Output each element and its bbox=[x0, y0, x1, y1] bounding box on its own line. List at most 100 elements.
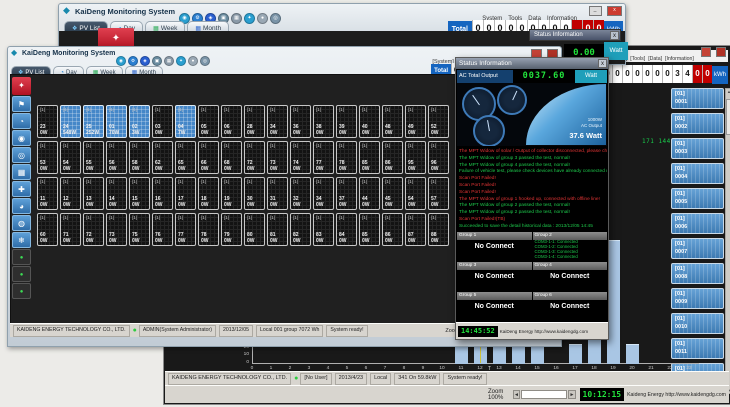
camera-2-icon[interactable]: ● bbox=[12, 266, 31, 282]
menu-item-data[interactable]: [Data] bbox=[648, 56, 662, 62]
pv-panel[interactable]: [1]560W bbox=[106, 141, 127, 174]
close-icon[interactable]: x bbox=[598, 59, 607, 68]
pv-panel[interactable]: [1]770W bbox=[175, 213, 196, 246]
device-card[interactable]: [01]0005 bbox=[671, 188, 724, 209]
dialog-titlebar[interactable]: Status Information x bbox=[456, 58, 608, 69]
pv-panel[interactable]: [1]180W bbox=[198, 177, 219, 210]
close-button[interactable]: x bbox=[607, 6, 622, 16]
pv-panel[interactable]: [1]047W bbox=[175, 105, 196, 138]
pv-panel[interactable]: [1]130W bbox=[83, 177, 104, 210]
pv-panel[interactable]: [1]810W bbox=[267, 213, 288, 246]
pv-panel[interactable]: [1]24548W bbox=[60, 105, 81, 138]
pv-panel[interactable]: [1]770W bbox=[313, 141, 334, 174]
flag-icon[interactable]: ⚑ bbox=[12, 96, 31, 112]
pv-panel[interactable]: [1]800W bbox=[244, 213, 265, 246]
message-icon[interactable]: ● bbox=[257, 13, 268, 24]
pv-panel[interactable]: [1]820W bbox=[290, 213, 311, 246]
pv-panel[interactable]: [1]340W bbox=[313, 177, 334, 210]
pv-panel[interactable]: [1]370W bbox=[336, 177, 357, 210]
scroll-right-icon[interactable]: ► bbox=[568, 390, 575, 399]
pv-panel[interactable]: [1]390W bbox=[336, 105, 357, 138]
close-icon[interactable]: x bbox=[610, 31, 619, 40]
pv-panel[interactable]: [1]170W bbox=[175, 177, 196, 210]
pv-panel[interactable]: [1]780W bbox=[198, 213, 219, 246]
message-icon[interactable]: ● bbox=[188, 56, 198, 66]
pin-icon[interactable]: ✦ bbox=[176, 56, 186, 66]
chart-scroll-track[interactable] bbox=[521, 390, 567, 399]
help-icon[interactable]: ◎ bbox=[270, 13, 281, 24]
pv-panel[interactable]: [1]25252W bbox=[83, 105, 104, 138]
pv-panel[interactable]: [1]280W bbox=[244, 105, 265, 138]
globe-icon[interactable]: ◍ bbox=[12, 215, 31, 231]
report-icon[interactable]: ▦ bbox=[231, 13, 242, 24]
pv-panel[interactable]: [1]740W bbox=[290, 141, 311, 174]
pv-panel[interactable]: [1]190W bbox=[221, 177, 242, 210]
pv-panel[interactable]: [1]790W bbox=[221, 213, 242, 246]
device-card[interactable]: [01]0010 bbox=[671, 313, 724, 334]
pv-panel[interactable]: [1]150W bbox=[129, 177, 150, 210]
pv-array-button[interactable]: ✦ bbox=[12, 77, 31, 95]
pv-panel[interactable]: [1]310W bbox=[267, 177, 288, 210]
minimize-button[interactable]: _ bbox=[589, 6, 602, 16]
pv-panel[interactable]: [1]870W bbox=[405, 213, 426, 246]
pv-panel[interactable]: [1]540W bbox=[405, 177, 426, 210]
device-card[interactable]: [01]0009 bbox=[671, 288, 724, 309]
target-icon[interactable]: ◎ bbox=[12, 147, 31, 163]
help-icon[interactable]: ◎ bbox=[200, 56, 210, 66]
shield-icon[interactable]: ✚ bbox=[12, 181, 31, 197]
pv-panel[interactable]: [1]840W bbox=[336, 213, 357, 246]
power-icon[interactable]: ◉ bbox=[12, 130, 31, 146]
pv-panel[interactable]: [1]650W bbox=[175, 141, 196, 174]
pv-panel[interactable]: [1]750W bbox=[129, 213, 150, 246]
pv-panel[interactable]: [1]300W bbox=[244, 177, 265, 210]
report-icon[interactable]: ▦ bbox=[164, 56, 174, 66]
pv-panel[interactable]: [1]520W bbox=[428, 105, 449, 138]
pv-panel[interactable]: [1]140W bbox=[106, 177, 127, 210]
pv-panel[interactable]: [1]660W bbox=[198, 141, 219, 174]
pv-panel[interactable]: [1]620W bbox=[152, 141, 173, 174]
scrollbar-thumb[interactable] bbox=[726, 99, 730, 135]
pv-panel[interactable]: [1]480W bbox=[382, 105, 403, 138]
camera-3-icon[interactable]: ● bbox=[12, 283, 31, 299]
pv-panel[interactable]: [1]860W bbox=[382, 141, 403, 174]
pv-panel[interactable]: [1]600W bbox=[37, 213, 58, 246]
pv-panel[interactable]: [1]030W bbox=[152, 105, 173, 138]
device-card[interactable]: [01]0004 bbox=[671, 163, 724, 184]
pv-panel[interactable]: [1]110W bbox=[37, 177, 58, 210]
camera-1-icon[interactable]: ● bbox=[12, 249, 31, 265]
pv-panel[interactable]: [1]230W bbox=[37, 105, 58, 138]
pv-panel[interactable]: [1]120W bbox=[60, 177, 81, 210]
pv-panel[interactable]: [1]880W bbox=[428, 213, 449, 246]
vendor-url[interactable]: Kaideng Energy http://www.kaidengdg.com bbox=[627, 392, 726, 398]
pin-icon[interactable]: ✦ bbox=[244, 13, 255, 24]
pv-panel[interactable]: [1]490W bbox=[405, 105, 426, 138]
pv-panel[interactable]: [1]570W bbox=[428, 177, 449, 210]
pv-panel[interactable]: [1]050W bbox=[198, 105, 219, 138]
pv-panel[interactable]: [1]720W bbox=[244, 141, 265, 174]
pv-panel[interactable]: [1]960W bbox=[428, 141, 449, 174]
pv-panel[interactable]: [1]950W bbox=[405, 141, 426, 174]
pv-panel[interactable]: [1]160W bbox=[152, 177, 173, 210]
pv-panel[interactable]: [1]023W bbox=[129, 105, 150, 138]
pv-panel[interactable]: [1]440W bbox=[359, 177, 380, 210]
scroll-up-icon[interactable]: ▲ bbox=[726, 89, 730, 94]
monitor-icon[interactable]: ▦ bbox=[12, 164, 31, 180]
pv-panel[interactable]: [1]450W bbox=[382, 177, 403, 210]
device-card[interactable]: [01]0008 bbox=[671, 263, 724, 284]
pv-panel[interactable]: [1]710W bbox=[60, 213, 81, 246]
pv-panel[interactable]: [1]850W bbox=[359, 213, 380, 246]
pv-panel[interactable]: [1]580W bbox=[129, 141, 150, 174]
device-card[interactable]: [01]0006 bbox=[671, 213, 724, 234]
device-card[interactable]: [01]0001 bbox=[671, 88, 724, 109]
pv-panel[interactable]: [1]060W bbox=[221, 105, 242, 138]
close-button[interactable] bbox=[716, 47, 726, 57]
device-card[interactable]: [01]0007 bbox=[671, 238, 724, 259]
pv-panel[interactable]: [1]550W bbox=[83, 141, 104, 174]
network-icon[interactable]: ❄ bbox=[12, 232, 31, 248]
pv-panel[interactable]: [1]850W bbox=[359, 141, 380, 174]
device-scrollbar[interactable]: ▲ ▼ bbox=[725, 88, 730, 394]
menu-item-information[interactable]: [Information] bbox=[665, 56, 694, 62]
pv-panel[interactable]: [1]380W bbox=[313, 105, 334, 138]
scroll-left-icon[interactable]: ◄ bbox=[513, 390, 520, 399]
pv-panel[interactable]: [1]540W bbox=[60, 141, 81, 174]
